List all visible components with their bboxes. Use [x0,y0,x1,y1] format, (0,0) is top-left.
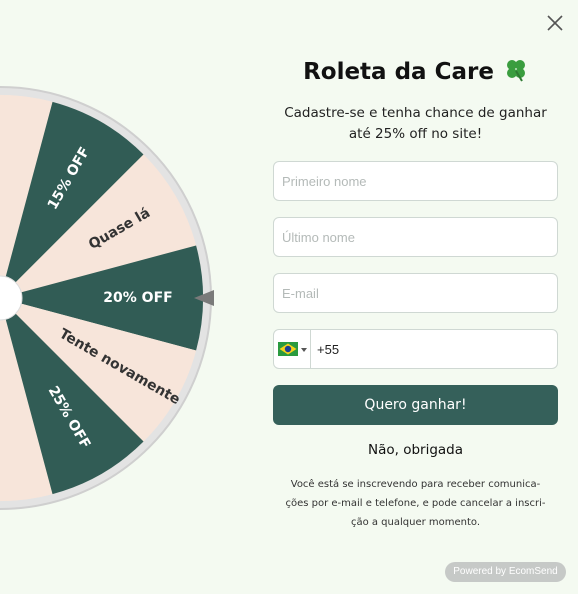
disclaimer-text: Você está se inscrevendo para receber co… [273,475,558,532]
popup-subtitle: Cadastre-se e tenha chance de ganhar até… [273,103,558,145]
wheel-graphic: 15% OFFQuase lá20% OFFTente novamente25%… [0,86,214,510]
disclaimer-line: ções por e-mail e telefone, e pode cance… [285,498,546,509]
spin-wheel-popup: 15% OFF Quase lá 20% OFF Tente novamente 25%… [0,0,578,594]
disclaimer-line: Você está se inscrevendo para receber co… [290,479,541,490]
decline-link[interactable]: Não, obrigada [273,442,558,458]
phone-field [273,329,558,369]
disclaimer-line: ção a qualquer momento. [350,517,481,528]
last-name-input[interactable] [273,217,558,257]
first-name-input[interactable] [273,161,558,201]
prize-wheel: 15% OFF Quase lá 20% OFF Tente novamente 25%… [0,57,216,543]
country-selector[interactable] [274,330,311,368]
wheel-segment-label: 20% OFF [103,290,172,306]
subtitle-line: Cadastre-se e tenha chance de ganhar [284,105,547,121]
close-icon [547,15,563,31]
submit-button[interactable]: Quero ganhar! [273,385,558,425]
close-button[interactable] [544,12,566,34]
email-input[interactable] [273,273,558,313]
popup-title: Roleta da Care [273,58,558,85]
title-text: Roleta da Care [303,59,494,85]
brazil-flag-icon [278,342,298,356]
four-leaf-clover-icon [506,60,525,82]
chevron-down-icon [301,348,307,352]
powered-by-badge[interactable]: Powered by EcomSend [445,562,566,582]
phone-input[interactable] [312,330,552,368]
subtitle-line: até 25% off no site! [348,126,483,142]
